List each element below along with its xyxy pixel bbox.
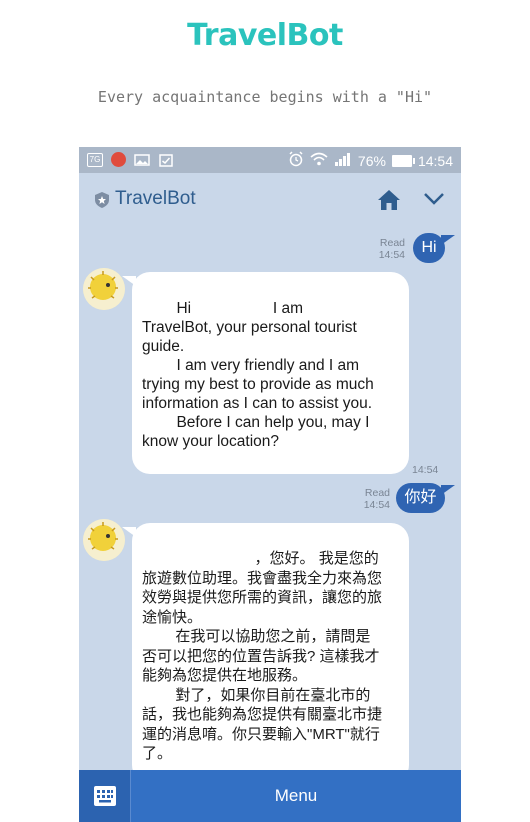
user-message-text: 你好: [404, 489, 437, 506]
read-status: Read: [364, 487, 390, 499]
battery-icon: [391, 154, 415, 167]
keyboard-icon: [94, 786, 116, 810]
chat-header: TravelBot: [79, 173, 461, 225]
status-bar: 7G 76% 14:54: [79, 147, 461, 173]
notification-box-icon: 7G: [87, 152, 103, 167]
clipboard-icon: [158, 153, 174, 167]
message-status: Read 14:54: [354, 487, 390, 511]
keyboard-button[interactable]: [79, 770, 131, 822]
bot-avatar[interactable]: [83, 268, 125, 310]
phone-screen: 7G 76% 14:54 TravelBot Read 14:54 Hi Hi …: [79, 147, 461, 822]
bottom-menu-bar: Menu: [79, 770, 461, 822]
bot-message-bubble: ，您好。 我是您的 旅遊數位助理。我會盡我全力來為您 效勞與提供您所需的資訊，讓…: [122, 523, 409, 783]
chevron-down-icon[interactable]: [423, 191, 445, 207]
message-status: Read 14:54: [369, 237, 405, 261]
shield-icon: [95, 192, 109, 208]
battery-percent: 76%: [357, 152, 386, 169]
signal-icon: [334, 152, 352, 169]
user-message-bubble: 你好: [396, 483, 455, 513]
app-red-icon: [111, 152, 126, 167]
alarm-icon: [288, 151, 304, 170]
wifi-icon: [310, 152, 328, 169]
message-time: 14:54: [363, 499, 390, 511]
image-icon: [134, 153, 150, 167]
home-icon[interactable]: [377, 189, 401, 211]
user-message-bubble: Hi: [413, 233, 455, 263]
bot-avatar[interactable]: [83, 519, 125, 561]
page-subtitle: Every acquaintance begins with a "Hi": [97, 88, 433, 106]
bot-message-text: ，您好。 我是您的 旅遊數位助理。我會盡我全力來為您 效勞與提供您所需的資訊，讓…: [142, 550, 383, 762]
clock: 14:54: [417, 152, 453, 169]
menu-button[interactable]: Menu: [131, 770, 461, 822]
chat-title: TravelBot: [115, 188, 196, 209]
read-status: Read: [379, 237, 405, 249]
message-time: 14:54: [378, 249, 405, 261]
bot-message-bubble: Hi I am TravelBot, your personal tourist…: [122, 272, 409, 474]
bot-message-text: Hi I am TravelBot, your personal tourist…: [142, 300, 374, 450]
user-message-text: Hi: [421, 239, 437, 256]
message-time: 14:54: [412, 464, 439, 476]
page-title: TravelBot: [187, 18, 343, 53]
